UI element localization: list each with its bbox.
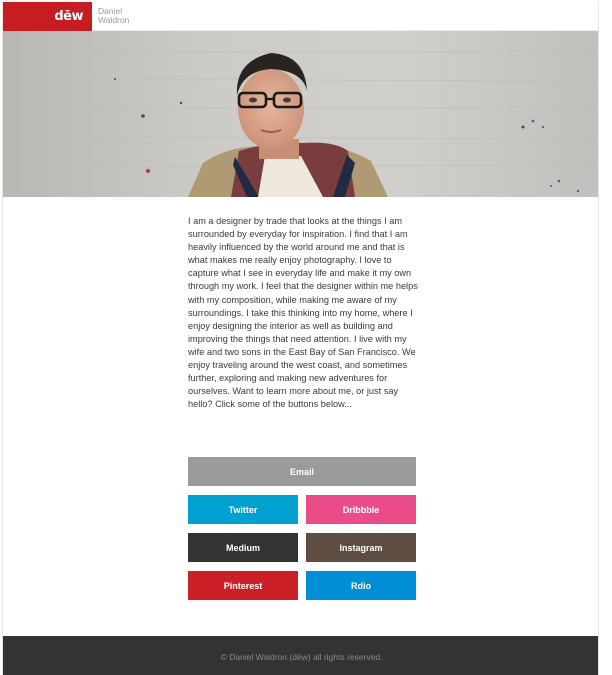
site-header: dēw Daniel Waldron bbox=[3, 2, 598, 31]
rdio-button[interactable]: Rdio bbox=[306, 571, 416, 600]
copyright-text: © Daniel Waldron (dēw) all rights reserv… bbox=[220, 651, 383, 662]
dribbble-button[interactable]: Dribbble bbox=[306, 495, 416, 524]
instagram-button[interactable]: Instagram bbox=[306, 533, 416, 562]
bio-text: I am a designer by trade that looks at t… bbox=[188, 216, 418, 410]
logo-text: dēw bbox=[54, 9, 83, 24]
page-frame: dēw Daniel Waldron I am a designer by tr… bbox=[2, 2, 599, 675]
site-name: Daniel Waldron bbox=[98, 7, 129, 25]
twitter-button[interactable]: Twitter bbox=[188, 495, 298, 524]
logo[interactable]: dēw bbox=[3, 2, 92, 31]
hero-photo bbox=[3, 31, 598, 197]
site-footer: © Daniel Waldron (dēw) all rights reserv… bbox=[3, 636, 598, 675]
medium-button[interactable]: Medium bbox=[188, 533, 298, 562]
email-button[interactable]: Email bbox=[188, 457, 416, 486]
pinterest-button[interactable]: Pinterest bbox=[188, 571, 298, 600]
name-last: Waldron bbox=[98, 15, 130, 25]
